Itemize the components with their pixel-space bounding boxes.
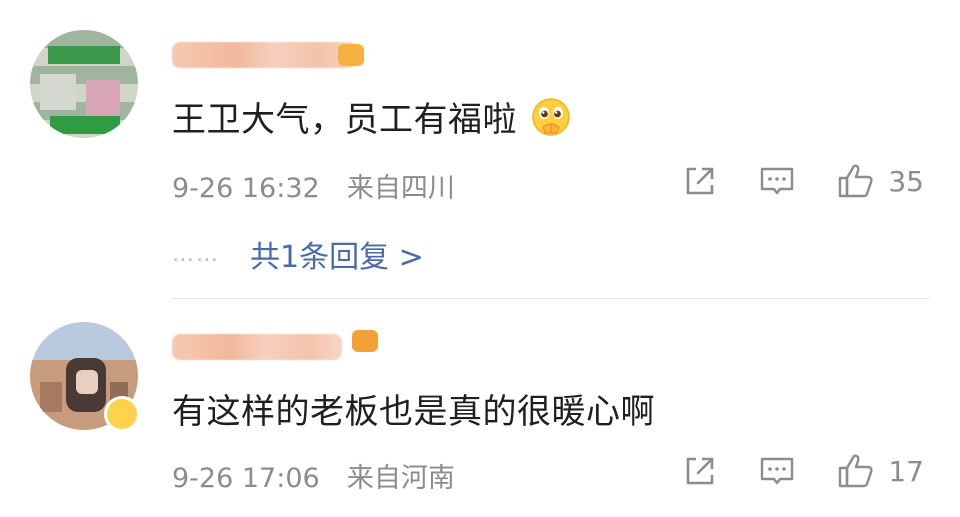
reply-button[interactable] <box>758 453 796 489</box>
username-blurred[interactable] <box>172 334 342 360</box>
username-blurred[interactable] <box>172 42 357 68</box>
comment-1: 王卫大气，员工有福啦 9-26 16:32 来自四川 35 …… 共1条回复 > <box>0 0 960 299</box>
comment-actions: 35 <box>642 162 924 200</box>
comment-icon <box>758 163 796 199</box>
comment-meta: 9-26 16:32 来自四川 <box>172 166 455 205</box>
comment-location: 来自四川 <box>346 173 455 204</box>
vip-badge-icon <box>104 396 140 432</box>
comment-icon <box>758 453 796 489</box>
divider <box>172 298 930 299</box>
share-button[interactable] <box>682 163 718 199</box>
thumbs-up-icon <box>836 162 876 200</box>
comment-time: 9-26 17:06 <box>172 463 320 494</box>
view-replies-link[interactable]: …… 共1条回复 > <box>172 232 424 276</box>
comment-2: 有这样的老板也是真的很暖心啊 9-26 17:06 来自河南 17 <box>0 300 960 517</box>
share-icon <box>682 453 718 489</box>
reply-button[interactable] <box>758 163 796 199</box>
replies-count-label: 共1条回复 > <box>250 240 424 275</box>
comment-actions: 17 <box>642 452 924 490</box>
comment-text: 王卫大气，员工有福啦 <box>172 92 571 141</box>
share-button[interactable] <box>682 453 718 489</box>
thumbs-up-icon <box>836 452 876 490</box>
share-icon <box>682 163 718 199</box>
comment-text: 有这样的老板也是真的很暖心啊 <box>172 392 655 432</box>
pleading-face-icon <box>531 97 571 137</box>
comment-location: 来自河南 <box>346 463 455 494</box>
like-count: 35 <box>888 164 924 198</box>
avatar[interactable] <box>30 30 138 138</box>
user-badge-icon <box>338 44 364 66</box>
like-count: 17 <box>888 454 924 488</box>
like-button[interactable]: 35 <box>836 162 924 200</box>
comment-time: 9-26 16:32 <box>172 173 320 204</box>
like-button[interactable]: 17 <box>836 452 924 490</box>
dots: …… <box>172 241 220 267</box>
comment-meta: 9-26 17:06 来自河南 <box>172 456 455 495</box>
user-badge-icon <box>352 330 378 352</box>
